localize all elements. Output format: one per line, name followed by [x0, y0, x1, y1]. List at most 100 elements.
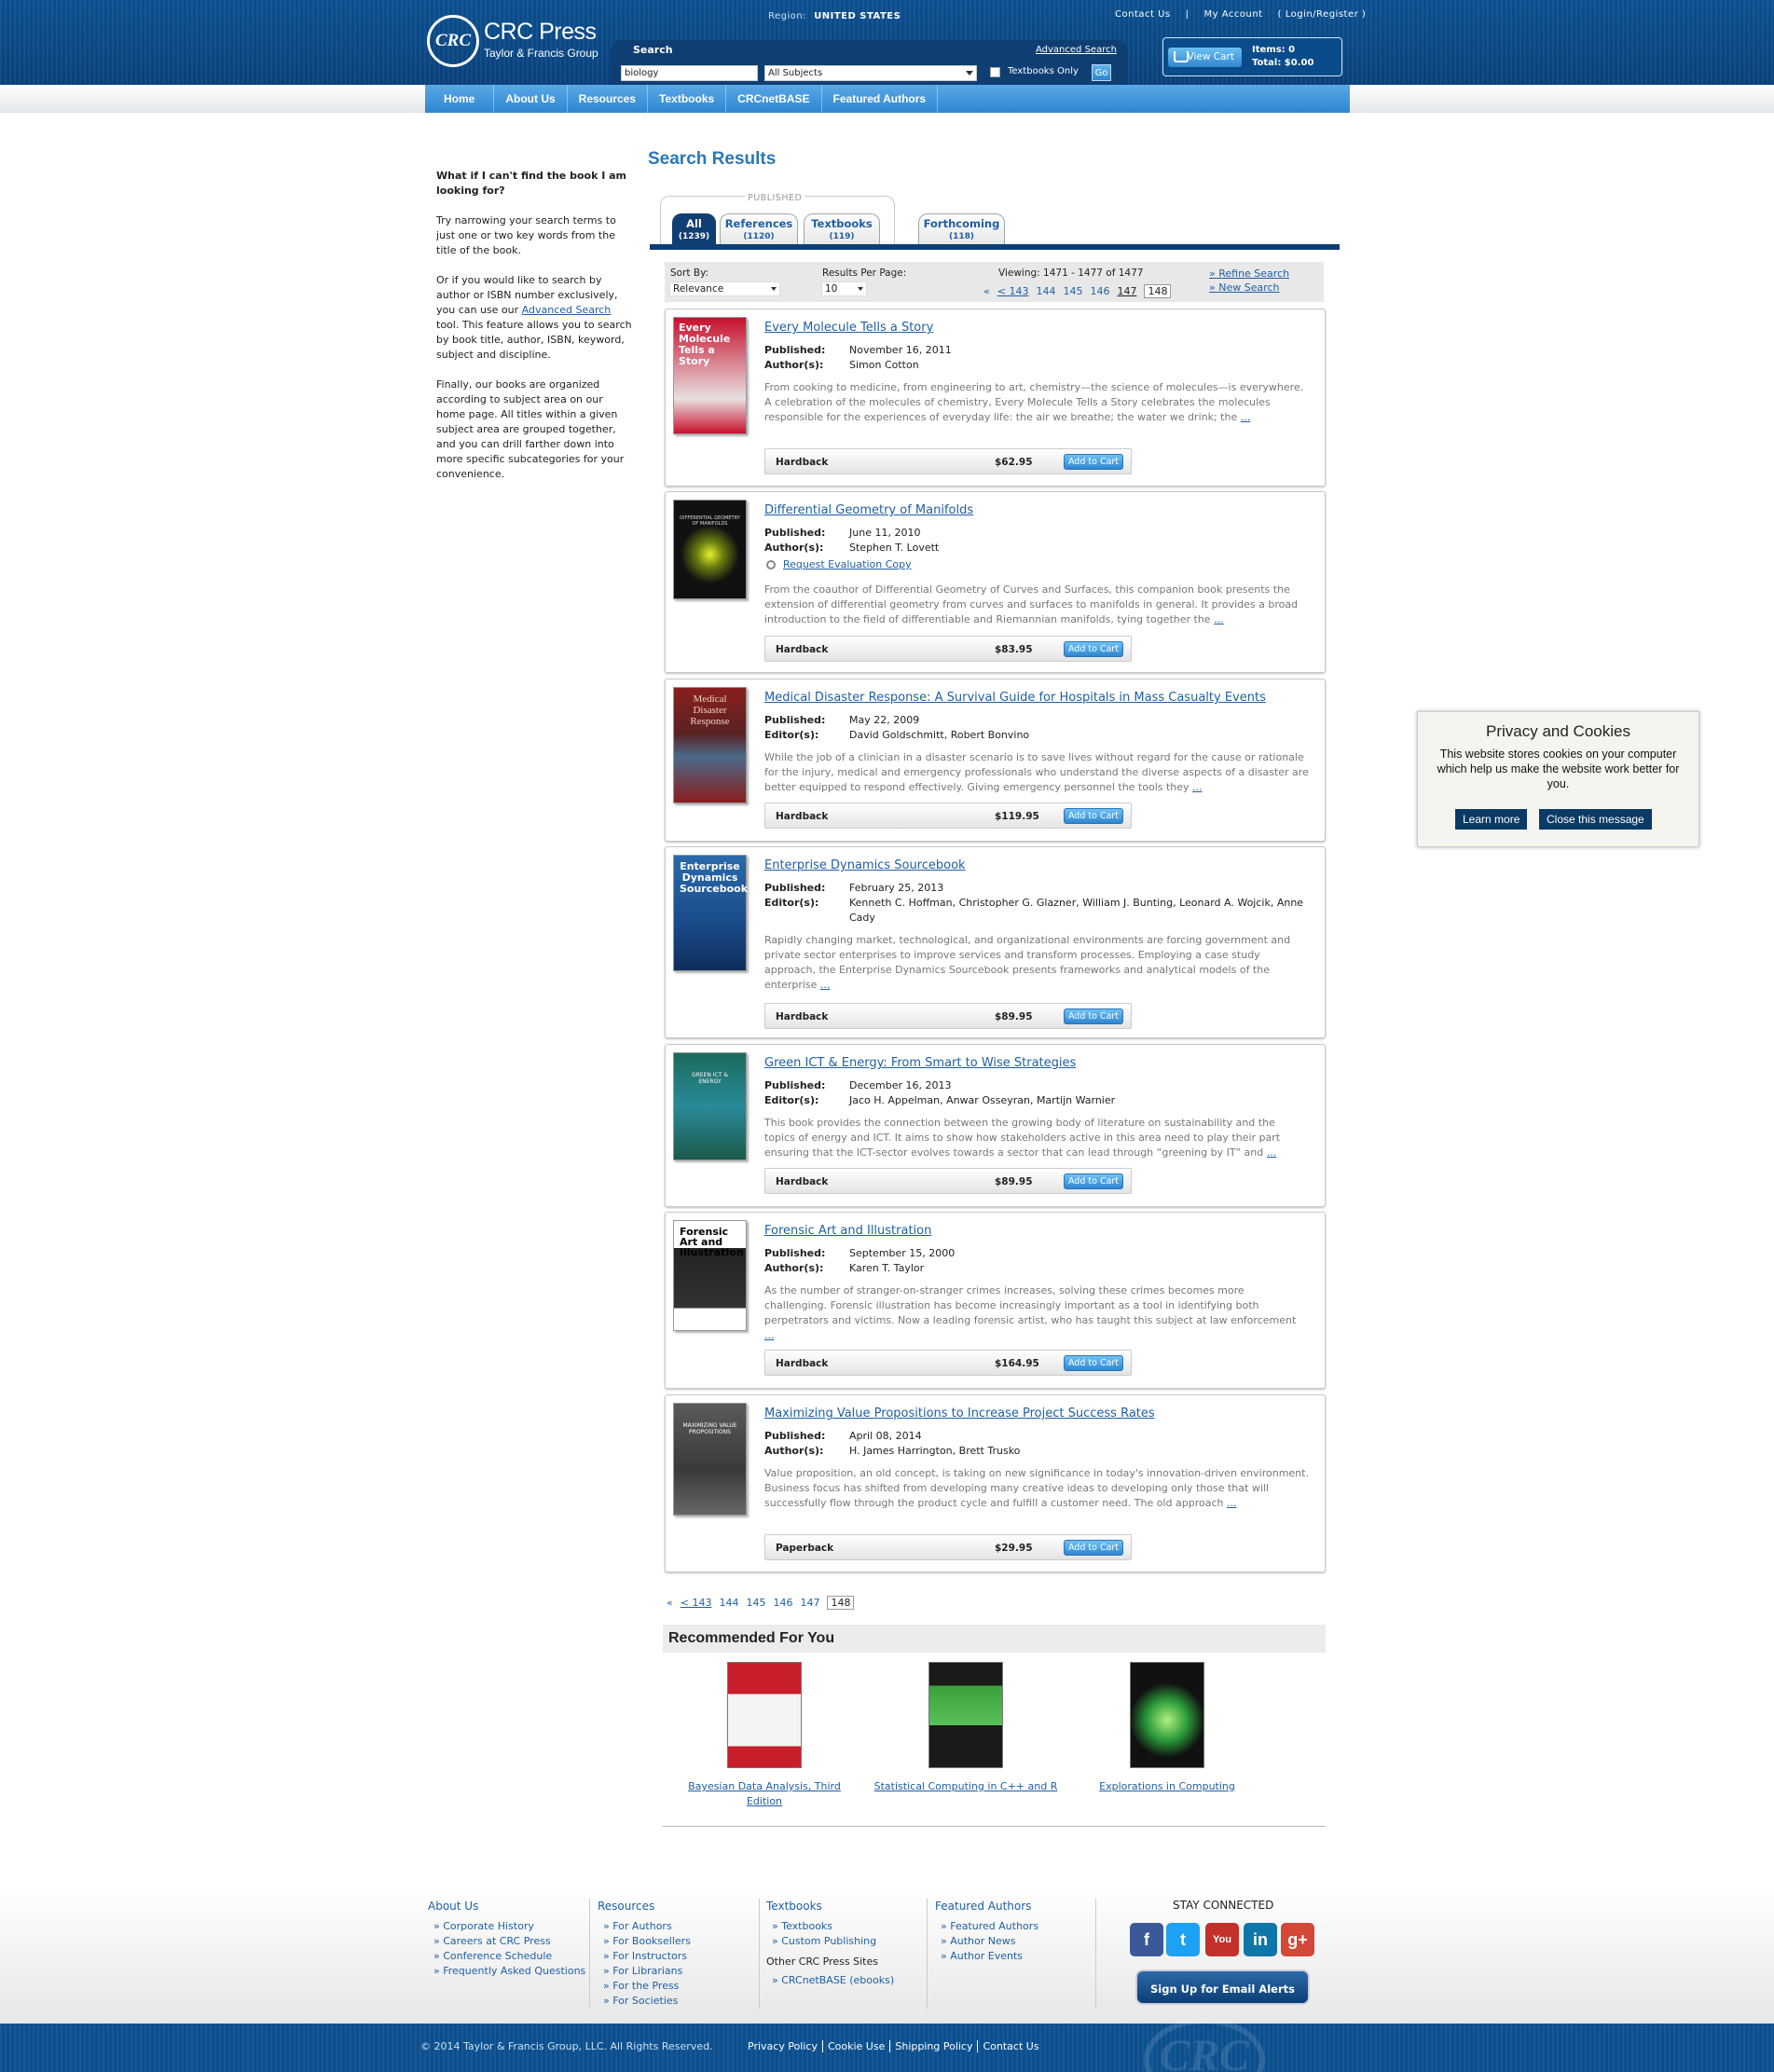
brand-name[interactable]: CRC Press	[484, 19, 597, 46]
tab-all[interactable]: All (1239)	[672, 213, 716, 245]
recommended-cover[interactable]	[1130, 1662, 1204, 1768]
my-account-link[interactable]: My Account	[1197, 9, 1271, 20]
contact-us-link[interactable]: Contact Us	[1107, 9, 1178, 20]
contact-us-link[interactable]: Contact Us	[978, 2040, 1043, 2052]
book-title-link[interactable]: Every Molecule Tells a Story	[764, 321, 933, 335]
footer-link[interactable]: For Librarians	[598, 1964, 756, 1979]
shipping-policy-link[interactable]: Shipping Policy	[890, 2040, 979, 2052]
read-more-link[interactable]: ...	[764, 1329, 775, 1341]
book-cover[interactable]: DIFFERENTIAL GEOMETRY OF MANIFOLDS	[673, 500, 747, 599]
add-to-cart-button[interactable]: Add to Cart	[1064, 454, 1123, 470]
advanced-search-link[interactable]: Advanced Search	[1036, 45, 1117, 55]
pager-page[interactable]: 147	[800, 1597, 819, 1609]
nav-textbooks[interactable]: Textbooks	[648, 85, 727, 113]
help-advanced-search-link[interactable]: Advanced Search	[522, 304, 612, 316]
footer-link[interactable]: For Societies	[598, 1994, 756, 2009]
nav-resources[interactable]: Resources	[568, 85, 649, 113]
footer-link[interactable]: Corporate History	[428, 1919, 586, 1934]
new-search-link[interactable]: » New Search	[1209, 281, 1280, 294]
googleplus-icon[interactable]: g+	[1281, 1923, 1314, 1956]
recommended-title-link[interactable]: Bayesian Data Analysis, Third Edition	[671, 1779, 858, 1809]
recommended-cover[interactable]	[928, 1662, 1003, 1768]
crc-logo[interactable]: CRC	[427, 15, 479, 67]
add-to-cart-button[interactable]: Add to Cart	[1064, 808, 1123, 824]
book-cover[interactable]: Enterprise Dynamics Sourcebook	[673, 855, 748, 971]
search-input[interactable]: biology	[621, 65, 758, 81]
footer-link[interactable]: For the Press	[598, 1979, 756, 1994]
search-go-button[interactable]: Go	[1092, 64, 1111, 81]
footer-link[interactable]: For Authors	[598, 1919, 756, 1934]
add-to-cart-button[interactable]: Add to Cart	[1064, 1540, 1123, 1556]
cookie-use-link[interactable]: Cookie Use	[823, 2040, 891, 2052]
add-to-cart-button[interactable]: Add to Cart	[1064, 1009, 1123, 1024]
email-alerts-button[interactable]: Sign Up for Email Alerts	[1135, 1969, 1310, 2005]
request-evaluation-copy-link[interactable]: Request Evaluation Copy	[764, 558, 912, 570]
recommended-cover[interactable]	[727, 1662, 802, 1768]
add-to-cart-button[interactable]: Add to Cart	[1064, 1173, 1123, 1189]
nav-crcnetbase[interactable]: CRCnetBASE	[726, 85, 822, 113]
tab-textbooks[interactable]: Textbooks (119)	[804, 213, 880, 245]
facebook-icon[interactable]: f	[1130, 1923, 1163, 1956]
book-cover[interactable]: MAXIMIZING VALUE PROPOSITIONS	[673, 1403, 747, 1516]
add-to-cart-button[interactable]: Add to Cart	[1064, 641, 1123, 657]
pager-prev[interactable]: «	[667, 1597, 673, 1609]
pager-first[interactable]: < 143	[997, 285, 1029, 297]
footer-link[interactable]: Textbooks	[766, 1919, 925, 1934]
nav-about-us[interactable]: About Us	[494, 85, 568, 113]
nav-featured-authors[interactable]: Featured Authors	[822, 85, 939, 113]
book-title-link[interactable]: Forensic Art and Illustration	[764, 1224, 931, 1238]
read-more-link[interactable]: ...	[1227, 1497, 1237, 1509]
footer-link[interactable]: Featured Authors	[935, 1919, 1093, 1934]
tab-forthcoming[interactable]: Forthcoming (118)	[918, 213, 1005, 245]
login-register-link[interactable]: ( Login/Register )	[1271, 9, 1374, 20]
book-title-link[interactable]: Medical Disaster Response: A Survival Gu…	[764, 691, 1266, 705]
read-more-link[interactable]: ...	[820, 979, 831, 991]
read-more-link[interactable]: ...	[1267, 1146, 1277, 1159]
book-cover[interactable]: Every Molecule Tells a Story	[673, 317, 747, 434]
footer-link[interactable]: CRCnetBASE (ebooks)	[766, 1973, 925, 1988]
pager-page[interactable]: 147	[1117, 285, 1136, 297]
pager-prev[interactable]: «	[983, 285, 990, 297]
subject-select[interactable]: All Subjects	[764, 65, 977, 81]
refine-search-link[interactable]: » Refine Search	[1209, 268, 1289, 280]
read-more-link[interactable]: ...	[1214, 613, 1224, 625]
add-to-cart-button[interactable]: Add to Cart	[1064, 1355, 1123, 1371]
book-cover[interactable]: GREEN ICT & ENERGY	[673, 1052, 747, 1160]
read-more-link[interactable]: ...	[1241, 411, 1251, 423]
nav-home[interactable]: Home	[425, 85, 495, 113]
pager-page[interactable]: 145	[1063, 285, 1082, 297]
privacy-policy-link[interactable]: Privacy Policy	[743, 2040, 823, 2052]
footer-link[interactable]: Frequently Asked Questions	[428, 1964, 586, 1979]
footer-link[interactable]: Careers at CRC Press	[428, 1934, 586, 1949]
recommended-title-link[interactable]: Statistical Computing in C++ and R	[873, 1779, 1059, 1794]
pager-page[interactable]: 146	[773, 1597, 792, 1609]
footer-link[interactable]: For Instructors	[598, 1949, 756, 1964]
tab-references[interactable]: References (1120)	[720, 213, 798, 245]
footer-link[interactable]: Author News	[935, 1934, 1093, 1949]
pager-first[interactable]: < 143	[681, 1597, 712, 1609]
pager-page[interactable]: 145	[746, 1597, 765, 1609]
learn-more-button[interactable]: Learn more	[1455, 809, 1528, 830]
read-more-link[interactable]: ...	[1192, 781, 1203, 793]
book-title-link[interactable]: Enterprise Dynamics Sourcebook	[764, 858, 966, 872]
footer-link[interactable]: Custom Publishing	[766, 1934, 925, 1949]
sort-select[interactable]: Relevance	[669, 281, 780, 296]
book-title-link[interactable]: Differential Geometry of Manifolds	[764, 503, 973, 517]
youtube-icon[interactable]: You	[1205, 1923, 1239, 1956]
book-cover[interactable]: Medical Disaster Response	[673, 687, 747, 803]
book-title-link[interactable]: Green ICT & Energy: From Smart to Wise S…	[764, 1056, 1076, 1070]
view-cart-button[interactable]: View Cart	[1168, 48, 1242, 67]
pager-page[interactable]: 144	[1036, 285, 1055, 297]
book-cover[interactable]: Forensic Art and Illustration	[673, 1220, 747, 1331]
pager-page[interactable]: 146	[1090, 285, 1109, 297]
results-per-page-select[interactable]: 10	[821, 281, 867, 296]
footer-link[interactable]: For Booksellers	[598, 1934, 756, 1949]
linkedin-icon[interactable]: in	[1244, 1923, 1277, 1956]
book-title-link[interactable]: Maximizing Value Propositions to Increas…	[764, 1406, 1155, 1420]
pager-page[interactable]: 144	[719, 1597, 738, 1609]
close-message-button[interactable]: Close this message	[1539, 809, 1652, 830]
twitter-icon[interactable]: t	[1166, 1923, 1200, 1956]
recommended-title-link[interactable]: Explorations in Computing	[1074, 1779, 1260, 1794]
footer-link[interactable]: Conference Schedule	[428, 1949, 586, 1964]
textbooks-only-checkbox[interactable]	[990, 67, 1000, 77]
